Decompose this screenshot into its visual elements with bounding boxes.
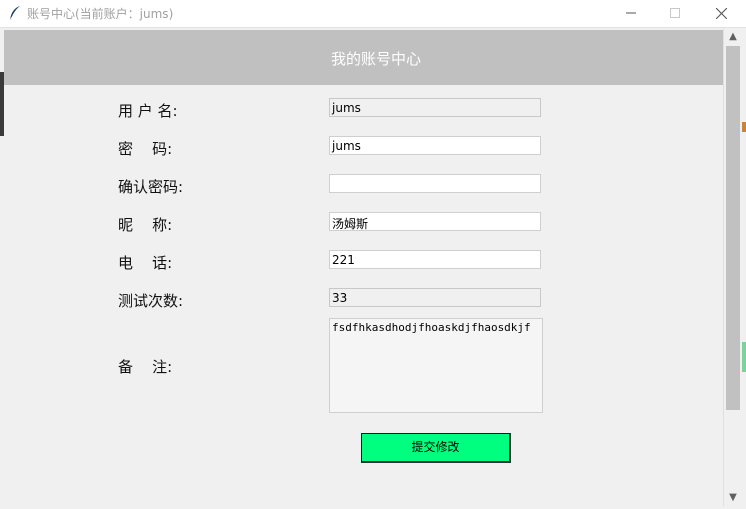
vertical-scrollbar[interactable]: ▲ ▼ — [723, 28, 742, 506]
maximize-button[interactable] — [652, 0, 698, 27]
chevron-up-icon[interactable]: ▲ — [724, 28, 742, 45]
password-label: 密 码: — [118, 140, 173, 158]
confirm-password-field[interactable] — [329, 174, 541, 193]
window-title: 账号中心(当前账户：jums) — [27, 7, 174, 21]
confirm-password-label: 确认密码: — [118, 178, 184, 196]
username-label: 用 户 名: — [118, 102, 178, 120]
minimize-button[interactable] — [608, 0, 654, 27]
phone-label: 电 话: — [118, 254, 173, 272]
nickname-label: 昵 称: — [118, 216, 173, 234]
scrollbar-thumb[interactable] — [726, 46, 740, 410]
account-form-canvas: 我的账号中心 用 户 名: jums 密 码: jums 确认密码: 昵 称: … — [4, 30, 723, 506]
nickname-field[interactable]: 汤姆斯 — [329, 212, 541, 231]
minimize-icon — [626, 12, 636, 14]
username-field[interactable]: jums — [329, 98, 541, 117]
test-count-label: 测试次数: — [118, 292, 184, 310]
notes-label: 备 注: — [118, 358, 173, 376]
close-button[interactable] — [698, 0, 744, 27]
feather-icon — [9, 6, 20, 21]
chevron-down-icon[interactable]: ▼ — [724, 489, 742, 506]
password-field[interactable]: jums — [329, 136, 541, 155]
maximize-icon — [670, 8, 680, 18]
submit-button[interactable]: 提交修改 — [361, 433, 511, 463]
test-count-field[interactable]: 33 — [329, 288, 541, 307]
notes-textarea[interactable]: fsdfhkasdhodjfhoaskdjfhaosdkjf — [329, 318, 543, 413]
phone-field[interactable]: 221 — [329, 250, 541, 269]
close-icon — [716, 8, 727, 19]
title-bar: 账号中心(当前账户：jums) — [0, 0, 746, 28]
page-title: 我的账号中心 — [330, 50, 421, 68]
